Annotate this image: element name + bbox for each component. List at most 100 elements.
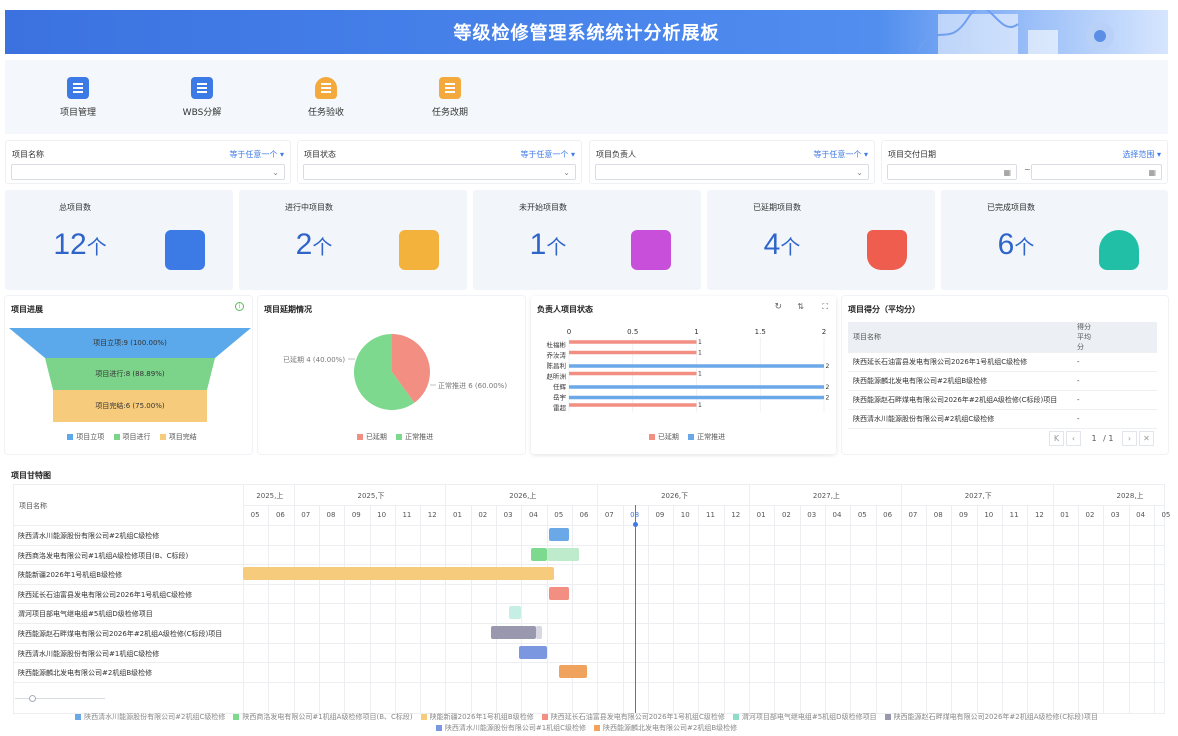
pie-legend: 已延期 正常推进 — [258, 432, 525, 442]
legend-label: 陕西延长石油富县发电有限公司2026年1号机组C级检修 — [550, 713, 725, 721]
prev-page-button[interactable]: ‹ — [1065, 431, 1081, 446]
last-page-button[interactable]: ✕ — [1139, 431, 1154, 446]
gantt-half-year-divider — [749, 485, 750, 505]
project-status-select[interactable]: ⌄ — [303, 164, 576, 180]
gantt-legend-item[interactable]: 陕西清水川能源股份有限公司#1机组C级检修 — [435, 723, 586, 734]
filter-label: 项目状态 — [304, 150, 336, 159]
filter-label: 项目交付日期 — [888, 150, 936, 159]
gantt-legend-item[interactable]: 陕西商洛发电有限公司#1机组A级检修项目(B、C标段) — [233, 712, 413, 723]
legend-label: 陕西能源赵石畔煤电有限公司2026年#2机组A级检修(C标段)项目 — [893, 713, 1098, 721]
gantt-header-divider — [243, 505, 1164, 506]
first-page-button[interactable]: K — [1048, 431, 1064, 446]
pie-label-delayed: 已延期 4 (40.00%) — [283, 355, 345, 364]
gantt-task-bar[interactable] — [243, 567, 555, 581]
legend-swatch — [233, 714, 240, 720]
gantt-month-label: 04 — [528, 511, 538, 519]
gantt-legend-item[interactable]: 陕西延长石油富县发电有限公司2026年1号机组C级检修 — [541, 712, 725, 723]
date-start-input[interactable]: ▦ — [887, 164, 1017, 180]
nav-task-acceptance[interactable]: 任务验收 — [286, 74, 366, 118]
gantt-task-name[interactable]: 陕能新疆2026年1号机组B级检修 — [18, 570, 122, 580]
x-tick-label: 0 — [567, 328, 571, 336]
gantt-task-bar[interactable] — [508, 606, 522, 620]
gantt-task-bar[interactable] — [548, 586, 570, 600]
filter-operator-dropdown[interactable]: 等于任意一个 ▾ — [229, 149, 284, 160]
bar-normal — [569, 385, 824, 389]
gantt-month-label: 01 — [453, 511, 462, 519]
gantt-task-name[interactable]: 陕西能源麟北发电有限公司#2机组B级检修 — [18, 668, 152, 678]
gantt-task-name[interactable]: 渭河项目部电气继电组#5机组D级检修项目 — [18, 609, 153, 619]
gantt-half-year-label: 2025,下 — [357, 492, 385, 500]
gantt-task-bar[interactable] — [536, 626, 542, 639]
gantt-legend-item[interactable]: 陕西能源赵石畔煤电有限公司2026年#2机组A级检修(C标段)项目 — [884, 712, 1098, 723]
panel-gantt: 项目甘特图 项目名称 05 06 07 08 09 10 11 12 01 02 03 04 05 06 0… — [5, 462, 1170, 736]
gantt-legend-item[interactable]: 渭河项目部电气继电组#5机组D级检修项目 — [732, 712, 877, 723]
gantt-task-bar[interactable] — [548, 528, 570, 541]
legend-swatch — [594, 725, 601, 731]
delay-pie-chart: 已延期 4 (40.00%) 正常推进 6 (60.00%) — [283, 334, 507, 410]
gantt-task-name[interactable]: 陕西清水川能源股份有限公司#2机组C级检修 — [18, 531, 159, 541]
gantt-legend-item[interactable]: 陕西能源麟北发电有限公司#2机组B级检修 — [594, 723, 737, 734]
gantt-month-label: 07 — [301, 511, 311, 519]
nav-project-management[interactable]: 项目管理 — [38, 74, 118, 118]
nav-label: 任务改期 — [431, 108, 468, 118]
gantt-legend-item[interactable]: 陕西清水川能源股份有限公司#2机组C级检修 — [75, 712, 225, 723]
bar-normal — [569, 395, 824, 400]
stat-value: 1个 — [529, 228, 567, 261]
nav-wbs[interactable]: WBS分解 — [162, 74, 242, 118]
column-header: 项目名称 — [848, 322, 1072, 353]
folder-icon — [399, 230, 439, 270]
current-page[interactable]: 1 — [1091, 434, 1096, 443]
gantt-task-bar[interactable] — [490, 626, 537, 639]
gantt-task-name[interactable]: 陕西延长石油富县发电有限公司2026年1号机组C级检修 — [18, 590, 192, 600]
legend-swatch — [420, 714, 427, 720]
gantt-task-name[interactable]: 陕西清水川能源股份有限公司#1机组C级检修 — [18, 649, 159, 659]
gantt-task-bar[interactable] — [518, 645, 547, 659]
filter-operator-dropdown[interactable]: 等于任意一个 ▾ — [813, 149, 868, 160]
gantt-half-year-label: 2025,上 — [256, 492, 284, 500]
gantt-month-label: 11 — [706, 511, 715, 519]
flag-star-icon — [867, 230, 907, 270]
gantt-month-label: 04 — [1136, 511, 1146, 519]
gantt-month-label: 03 — [1110, 511, 1120, 519]
gantt-month-label: 11 — [402, 511, 412, 519]
funnel-label: 项目进行:8 (88.89%) — [95, 369, 164, 378]
gantt-grid: 项目名称 05 06 07 08 09 10 11 12 01 02 03 04 05 06 07 08 09 1… — [13, 484, 1170, 714]
next-page-button[interactable]: › — [1122, 431, 1137, 446]
table-row[interactable]: 陕西延长石油富县发电有限公司2026年1号机组C级检修 - — [848, 352, 1157, 372]
legend-label: 陕西能源麟北发电有限公司#2机组B级检修 — [603, 724, 738, 732]
filter-operator-dropdown[interactable]: 选择范围 ▾ — [1122, 149, 1161, 160]
table-row[interactable]: 陕西清水川能源股份有限公司#2机组C级检修 - — [848, 409, 1157, 429]
x-tick-label: 1.5 — [755, 328, 766, 336]
gantt-month-label: 06 — [883, 511, 893, 519]
gantt-task-bar[interactable] — [546, 547, 580, 561]
nav-label: WBS分解 — [182, 108, 222, 118]
gantt-task-name[interactable]: 陕西能源赵石畔煤电有限公司2026年#2机组A级检修(C标段)项目 — [18, 629, 222, 639]
gantt-task-name[interactable]: 陕西商洛发电有限公司#1机组A级检修项目(B、C标段) — [18, 551, 188, 561]
table-row[interactable]: 陕西能源麟北发电有限公司#2机组B级检修 - — [848, 371, 1157, 391]
stat-value: 6个 — [997, 228, 1035, 261]
nav-task-reschedule[interactable]: 任务改期 — [410, 74, 490, 118]
panel-owner-status: 负责人项目状态 ↻ ⇅ ⛶ 0 0.5 1 1.5 2 杜福彬 1 乔汝涛 1 陈昌利 2 赵昕洲 1 任… — [531, 296, 836, 454]
filter-operator-dropdown[interactable]: 等于任意一个 ▾ — [520, 149, 575, 160]
gantt-month-label: 12 — [1034, 511, 1044, 519]
gantt-month-label: 02 — [781, 511, 791, 519]
gantt-name-divider — [243, 485, 244, 713]
gantt-task-bar[interactable] — [531, 547, 547, 561]
pie-label-normal: 正常推进 6 (60.00%) — [438, 381, 507, 390]
document-icon — [67, 77, 89, 99]
table-row[interactable]: 陕西能源赵石畔煤电有限公司2026年#2机组A级检修(C标段)项目 - — [848, 390, 1157, 410]
gantt-half-year-label: 2026,下 — [661, 492, 689, 500]
y-category-label: 陈昌利 — [547, 361, 567, 370]
project-name-select[interactable]: ⌄ — [11, 164, 285, 180]
stat-card-delayed: 已延期项目数 4个 — [707, 190, 935, 290]
gantt-zoom-slider[interactable] — [15, 694, 105, 702]
gantt-row-divider — [14, 681, 1164, 683]
date-end-input[interactable]: ▦ — [1031, 164, 1162, 180]
score-table: 项目名称 得分平均分 陕西延长石油富县发电有限公司2026年1号机组C级检修 - … — [848, 322, 1157, 429]
gantt-legend-item[interactable]: 陕能新疆2026年1号机组B级检修 — [420, 712, 534, 723]
y-category-label: 乔汝涛 — [547, 350, 567, 359]
gantt-today-marker — [633, 522, 639, 527]
gantt-task-bar[interactable] — [559, 665, 588, 679]
project-owner-select[interactable]: ⌄ — [595, 164, 869, 180]
gantt-month-label: 09 — [959, 511, 968, 519]
